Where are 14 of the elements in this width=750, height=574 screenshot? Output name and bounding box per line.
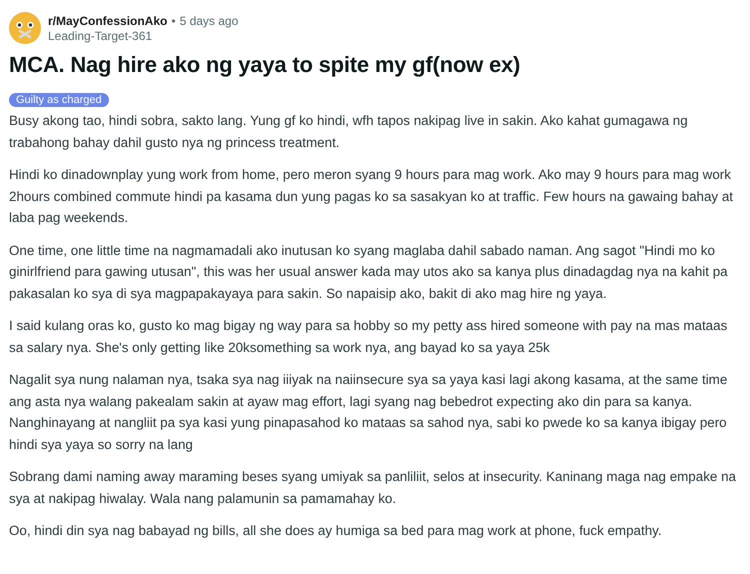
post-paragraph: Busy akong tao, hindi sobra, sakto lang. Yung gf ko hindi, wfh tapos nakipag live in sakin. Ako kahat gumagawa ng trabahong bahay dahil gusto nya ng princess treatment. bbox=[9, 112, 689, 152]
post-title: MCA. Nag hire ako ng yaya to spite my gf(now ex) bbox=[9, 52, 522, 78]
subreddit-link[interactable]: r/MayConfessionAko bbox=[48, 14, 168, 28]
emoji-avatar-icon bbox=[9, 12, 41, 44]
author-name[interactable]: Leading-Target-361 bbox=[48, 28, 238, 42]
post-paragraph: Oo, hindi din sya nag babayad ng bills, all she does ay humiga sa bed para mag work at phone, fuck empathy. bbox=[9, 522, 663, 540]
flair-tag[interactable]: Guilty as charged bbox=[9, 93, 109, 107]
post-paragraph: Hindi ko dinadownplay yung work from home, pero meron syang 9 hours para mag work. Ako may 9 hours para mag work 2hours combined commute hindi pa kasama dun yung pagas ko sa sasakyan ko at traffic. Few hours na gawaing bahay at laba pag weekends. bbox=[9, 166, 734, 227]
post-paragraph: Nagalit sya nung nalaman nya, tsaka sya nag iiiyak na naiinsecure sya sa yaya kasi lagi akong kasama, at the same time ang asta nya walang pakealam sakin at ayaw mag effort, lagi syang nag bebedrot expecting ako din para sa kanya. Nanghinayang at nangliit pa sya kasi yung pinapasahod ko mataas sa sahod nya, sabi ko pwede ko sa kanya ibigay pero hindi sya yaya so sorry na lang bbox=[9, 371, 728, 454]
post-paragraph: One time, one little time na nagmamadali ako inutusan ko syang maglaba dahil sabado naman. Ang sagot "Hindi mo ko ginirlfriend para gawing utusan", this was her usual answer kada may utos ako sa kanya plus dinadagdag nya na kahit pa pakasalan ko sya di sya magpapakayaya para sakin. So napaisip ako, bakit di ako mag hire ng yaya. bbox=[9, 242, 729, 303]
separator-dot: • bbox=[171, 14, 176, 28]
post-paragraph: I said kulang oras ko, gusto ko mag bigay ng way para sa hobby so my petty ass hired someone with pay na mas mataas sa salary nya. She's only getting like 20ksomething sa work nya, ang bayad ko sa yaya 25k bbox=[9, 317, 728, 357]
post-time: 5 days ago bbox=[180, 14, 238, 28]
post-paragraph: Sobrang dami naming away maraming beses syang umiyak sa panliliit, selos at insecurity. Kaninang maga nag empake na sya at nakipag hiwalay. Wala nang palamunin sa pamamahay ko. bbox=[9, 468, 736, 508]
